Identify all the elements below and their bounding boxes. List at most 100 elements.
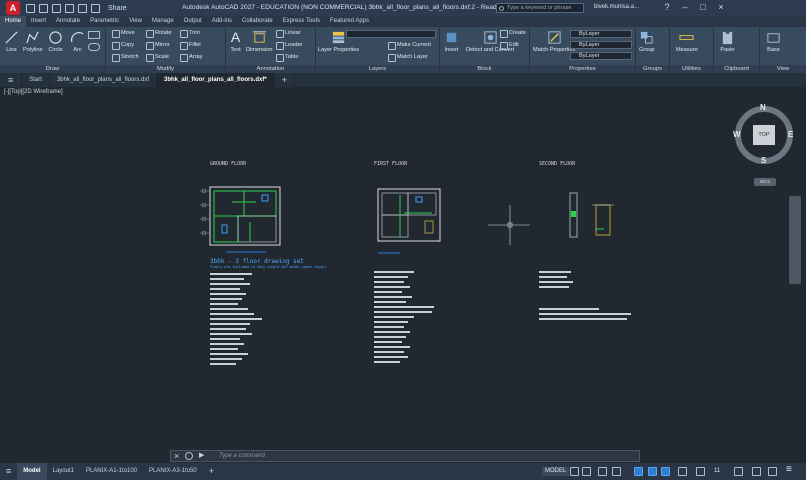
measure-button[interactable]: Measure [676, 30, 698, 53]
text-button[interactable]: A Text [228, 30, 243, 54]
panel-title-modify: Modify [106, 65, 225, 73]
navigation-bar[interactable] [789, 196, 801, 284]
tab-add-ins[interactable]: Add-ins [207, 16, 237, 27]
lineweight-dropdown[interactable]: ByLayer [570, 52, 632, 60]
make-current-button[interactable]: Make Current [388, 41, 431, 50]
tab-output[interactable]: Output [179, 16, 207, 27]
match-properties-button[interactable]: Match Properties [533, 30, 575, 53]
layout-tab-a3[interactable]: PLANIX-A3-1to50 [143, 463, 203, 480]
annotation-scale-icon[interactable] [696, 467, 705, 476]
layout-tab-a1[interactable]: PLANIX-A1-1to100 [80, 463, 143, 480]
layout-menu-icon[interactable]: ≡ [0, 463, 17, 480]
insert-button[interactable]: Insert [444, 30, 459, 53]
wcs-menu[interactable]: WCS [754, 178, 776, 186]
compass-south[interactable]: S [761, 156, 766, 165]
command-input[interactable]: Type a command [219, 451, 265, 461]
customize-icon[interactable] [185, 452, 193, 460]
stretch-button[interactable]: Stretch [112, 53, 139, 62]
help-icon[interactable]: ? [662, 2, 672, 12]
object-snap-tracking-icon[interactable] [661, 467, 670, 476]
user-account[interactable]: bivek.munisa.a... [594, 4, 639, 10]
search-input[interactable]: Type a keyword or phrase [496, 3, 584, 13]
linetype-dropdown[interactable]: ByLayer [570, 41, 632, 49]
model-space-toggle[interactable]: MODEL [542, 467, 570, 476]
rectangle-icon[interactable] [88, 31, 100, 39]
paste-button[interactable]: Paste [720, 30, 735, 53]
layout-tab-model[interactable]: Model [17, 463, 47, 480]
fullscreen-icon[interactable] [768, 467, 777, 476]
doc-tab-file-2[interactable]: 3bhk_all_floor_plans_all_floors.dxf* [157, 73, 275, 87]
tab-insert[interactable]: Insert [26, 16, 51, 27]
object-snap-icon[interactable] [648, 467, 657, 476]
open-folder-icon[interactable] [26, 3, 35, 13]
scale-value[interactable]: 11 [714, 467, 720, 476]
new-tab-icon[interactable]: + [275, 73, 295, 87]
polyline-icon [26, 31, 39, 44]
create-block-button[interactable]: Create [500, 29, 526, 38]
lineweight-icon[interactable] [678, 467, 687, 476]
compass-west[interactable]: W [733, 130, 741, 139]
menu-icon[interactable]: ≡ [0, 73, 23, 87]
linear-button[interactable]: Linear [276, 29, 301, 38]
table-button[interactable]: Table [276, 53, 298, 62]
polyline-button[interactable]: Polyline [23, 30, 43, 53]
layout-tab-layout1[interactable]: Layout1 [47, 463, 80, 480]
close-icon[interactable]: × [174, 451, 179, 461]
fillet-button[interactable]: Fillet [180, 41, 201, 50]
viewcube[interactable]: TOP N S E W [733, 103, 794, 165]
edit-block-button[interactable]: Edit [500, 41, 519, 50]
doc-tab-start[interactable]: Start [22, 73, 50, 87]
group-button[interactable]: Group [639, 30, 655, 53]
customize-status-menu-icon[interactable]: ≡ [786, 464, 792, 475]
line-button[interactable]: Line [4, 30, 19, 53]
tab-view[interactable]: View [124, 16, 147, 27]
redo-icon[interactable] [91, 3, 100, 13]
drawing-canvas[interactable]: [-][Top][2D Wireframe] GROUND FLOOR FIRS… [0, 87, 806, 463]
tab-parametric[interactable]: Parametric [85, 16, 124, 27]
tab-annotate[interactable]: Annotate [51, 16, 85, 27]
save-as-icon[interactable] [52, 3, 61, 13]
tab-home[interactable]: Home [0, 16, 27, 27]
tab-collaborate[interactable]: Collaborate [237, 16, 278, 27]
array-button[interactable]: Array [180, 53, 202, 62]
compass-north[interactable]: N [760, 103, 766, 112]
match-layer-button[interactable]: Match Layer [388, 53, 428, 62]
layer-dropdown[interactable] [346, 30, 436, 38]
arc-button[interactable]: Arc [70, 30, 85, 53]
polar-icon[interactable] [612, 467, 621, 476]
plot-icon[interactable] [65, 3, 74, 13]
dimension-button[interactable]: Dimension [246, 30, 272, 53]
autocad-logo-button[interactable]: A [6, 1, 20, 15]
maximize-icon[interactable]: □ [698, 2, 708, 12]
color-dropdown[interactable]: ByLayer [570, 30, 632, 38]
snap-icon[interactable] [582, 467, 591, 476]
viewcube-top-face[interactable]: TOP [753, 125, 775, 145]
tab-manage[interactable]: Manage [147, 16, 179, 27]
trim-button[interactable]: Trim [180, 29, 200, 38]
mirror-button[interactable]: Mirror [146, 41, 170, 50]
doc-tab-file-1[interactable]: 3bhk_all_floor_plans_all_floors.dxf [50, 73, 157, 87]
scale-button[interactable]: Scale [146, 53, 169, 62]
save-icon[interactable] [39, 3, 48, 13]
close-icon[interactable]: × [716, 2, 726, 12]
detect-convert-icon [484, 31, 497, 44]
tab-express-tools[interactable]: Express Tools [278, 16, 325, 27]
share-button[interactable]: Share [108, 5, 127, 12]
undo-icon[interactable] [78, 3, 87, 13]
add-layout-icon[interactable]: + [203, 463, 220, 480]
base-button[interactable]: Base [766, 30, 781, 53]
compass-east[interactable]: E [788, 130, 793, 139]
move-button[interactable]: Move [112, 29, 135, 38]
leader-button[interactable]: Leader [276, 41, 302, 50]
grid-icon[interactable] [570, 467, 579, 476]
gear-icon[interactable] [734, 467, 743, 476]
minimize-icon[interactable]: – [680, 2, 690, 12]
circle-button[interactable]: Circle [48, 30, 63, 53]
ortho-icon[interactable] [598, 467, 607, 476]
isodraft-icon[interactable] [634, 467, 643, 476]
rotate-button[interactable]: Rotate [146, 29, 171, 38]
clean-screen-icon[interactable] [752, 467, 761, 476]
tab-featured-apps[interactable]: Featured Apps [325, 16, 374, 27]
copy-button[interactable]: Copy [112, 41, 134, 50]
hatch-icon[interactable] [88, 43, 100, 51]
